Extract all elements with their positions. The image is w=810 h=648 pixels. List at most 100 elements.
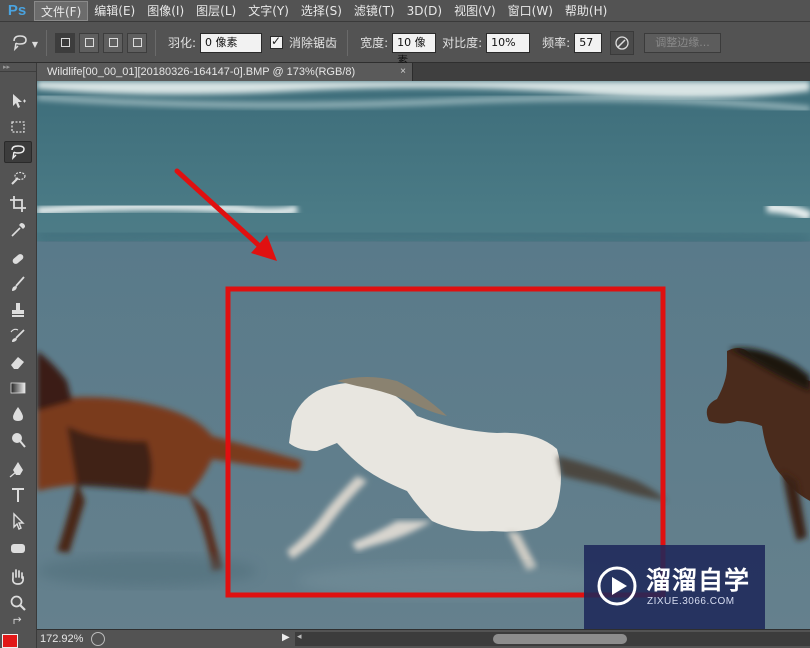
feather-input[interactable]: 0 像素 <box>200 32 263 53</box>
blur-tool[interactable] <box>4 403 32 425</box>
divider <box>155 29 156 56</box>
menu-type[interactable]: 文字(Y) <box>242 1 295 21</box>
contrast-input[interactable]: 10% <box>486 32 531 53</box>
antialias-checkbox[interactable] <box>270 34 284 49</box>
frequency-input[interactable]: 57 <box>574 32 603 53</box>
square-icon <box>84 38 94 47</box>
clone-stamp-tool[interactable] <box>4 299 32 321</box>
healing-brush-tool[interactable] <box>4 248 32 270</box>
quick-selection-tool[interactable] <box>4 167 32 189</box>
magnetic-lasso-icon <box>11 145 25 161</box>
brush-tool[interactable] <box>4 273 32 295</box>
rounded-rectangle-icon <box>11 544 25 553</box>
status-menu-arrow[interactable]: ▶ <box>282 632 290 643</box>
shape-tool[interactable] <box>4 537 32 559</box>
quick-selection-icon <box>11 171 26 185</box>
photoshop-logo: Ps <box>7 2 27 19</box>
document-tab-bar: Wildlife[00_00_01][20180326-164147-0].BM… <box>37 63 810 81</box>
marquee-tool[interactable] <box>4 116 32 138</box>
move-icon <box>13 94 26 108</box>
horizontal-scrollbar[interactable]: ◂ <box>295 632 810 646</box>
menu-filter[interactable]: 滤镜(T) <box>348 1 401 21</box>
path-selection-tool[interactable] <box>4 510 32 532</box>
antialias-label: 消除锯齿 <box>289 36 338 50</box>
add-to-selection-button[interactable] <box>79 32 99 53</box>
menu-file[interactable]: 文件(F) <box>34 0 89 21</box>
magnetic-lasso-icon <box>13 34 27 51</box>
scrollbar-thumb[interactable] <box>493 634 627 644</box>
pen-tool[interactable] <box>4 458 32 480</box>
water-drop-icon <box>13 407 23 421</box>
document-tab[interactable]: Wildlife[00_00_01][20180326-164147-0].BM… <box>37 63 413 81</box>
intersect-selection-button[interactable] <box>127 32 147 53</box>
menu-edit[interactable]: 编辑(E) <box>88 1 141 21</box>
menu-bar: Ps 文件(F) 编辑(E) 图像(I) 图层(L) 文字(Y) 选择(S) 滤… <box>0 0 810 22</box>
marquee-icon <box>11 121 25 133</box>
magnifier-icon <box>10 595 26 611</box>
brush-icon <box>12 276 25 291</box>
type-icon <box>12 488 24 502</box>
tool-preset-picker[interactable]: ▼ <box>0 28 40 58</box>
zoom-level[interactable]: 172.92% <box>37 633 89 645</box>
eyedropper-tool[interactable] <box>4 219 32 241</box>
panel-grip[interactable]: ▸▸ <box>0 63 36 72</box>
watermark-subtitle: ZIXUE.3066.COM <box>647 596 735 607</box>
frequency-label: 频率: <box>542 36 571 50</box>
menu-view[interactable]: 视图(V) <box>448 1 502 21</box>
divider <box>46 29 47 56</box>
history-brush-tool[interactable] <box>4 325 32 347</box>
chevron-down-icon: ▼ <box>31 39 38 49</box>
square-icon <box>108 38 118 47</box>
crop-icon <box>10 196 26 212</box>
scroll-left-icon[interactable]: ◂ <box>297 632 302 642</box>
feather-label: 羽化: <box>168 36 197 50</box>
new-selection-button[interactable] <box>55 32 75 53</box>
options-bar: ▼ 羽化: 0 像素 消除锯齿 宽度: 10 像素 对比度: 10% 频率: 5… <box>0 23 810 67</box>
play-logo-icon <box>597 566 637 606</box>
refine-edge-button[interactable]: 调整边缘... <box>644 32 721 53</box>
width-input[interactable]: 10 像素 <box>392 32 437 67</box>
dodge-tool[interactable] <box>4 429 32 451</box>
arrow-cursor-icon <box>13 512 25 530</box>
close-icon[interactable]: × <box>400 63 406 81</box>
square-icon <box>60 38 70 47</box>
pen-pressure-button[interactable] <box>610 30 635 55</box>
dodge-icon <box>12 433 26 448</box>
hand-icon <box>12 569 24 585</box>
zoom-tool[interactable] <box>4 592 32 614</box>
pen-icon <box>9 462 23 478</box>
eraser-tool[interactable] <box>4 351 32 373</box>
swap-colors-button[interactable] <box>4 614 32 630</box>
width-label: 宽度: <box>360 36 389 50</box>
document-tab-title: Wildlife[00_00_01][20180326-164147-0].BM… <box>47 66 356 78</box>
status-bar: 172.92% ▶ ◂ <box>37 629 810 648</box>
watermark-title: 溜溜自学 <box>646 566 751 595</box>
foreground-color-swatch[interactable] <box>2 634 18 648</box>
swap-colors-icon <box>13 617 22 624</box>
menu-help[interactable]: 帮助(H) <box>559 1 613 21</box>
eraser-icon <box>11 357 24 369</box>
divider <box>347 29 349 56</box>
menu-layer[interactable]: 图层(L) <box>190 1 242 21</box>
document-info-icon[interactable] <box>91 632 105 646</box>
menu-select[interactable]: 选择(S) <box>295 1 348 21</box>
menu-window[interactable]: 窗口(W) <box>502 1 559 21</box>
magnetic-lasso-tool[interactable] <box>4 141 32 163</box>
pen-pressure-icon <box>615 35 629 50</box>
watermark: 溜溜自学 ZIXUE.3066.COM <box>584 545 765 629</box>
contrast-label: 对比度: <box>442 36 483 50</box>
subtract-from-selection-button[interactable] <box>103 32 123 53</box>
move-tool[interactable] <box>4 90 32 112</box>
reflection-left <box>37 555 257 587</box>
square-icon <box>132 38 142 47</box>
hand-tool[interactable] <box>4 566 32 588</box>
menu-3d[interactable]: 3D(D) <box>401 1 448 21</box>
gradient-tool[interactable] <box>4 377 32 399</box>
stamp-icon <box>12 303 24 317</box>
water-line <box>37 226 810 248</box>
crop-tool[interactable] <box>4 193 32 215</box>
type-tool[interactable] <box>4 484 32 506</box>
eyedropper-icon <box>11 223 25 237</box>
menu-image[interactable]: 图像(I) <box>141 1 190 21</box>
gradient-icon <box>10 382 26 394</box>
